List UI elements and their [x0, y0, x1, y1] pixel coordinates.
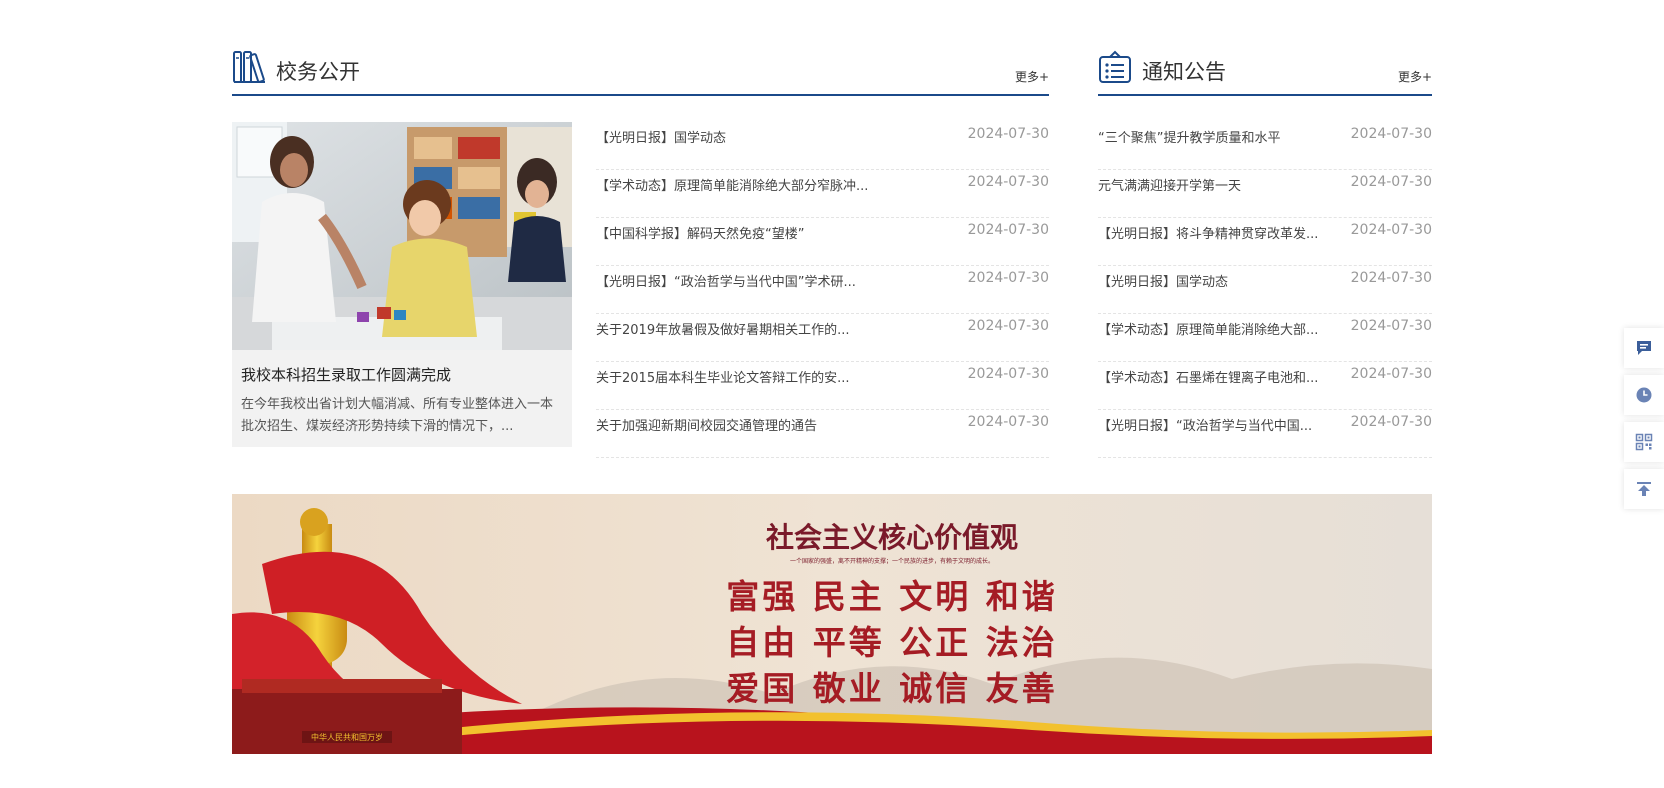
books-icon [233, 51, 265, 83]
list-item-date: 2024-07-30 [967, 222, 1049, 238]
list-item-title[interactable]: 元气满满迎接开学第一天 [1098, 175, 1338, 194]
list-item-date: 2024-07-30 [1350, 222, 1432, 238]
clock-button[interactable] [1624, 375, 1664, 415]
list-item-title[interactable]: 关于加强迎新期间校园交通管理的通告 [596, 415, 916, 434]
list-item[interactable]: 【光明日报】国学动态 2024-07-30 [596, 122, 1049, 170]
banner-subheading: 一个国家的强盛，离不开精神的支撑；一个民族的进步，有赖于文明的成长。 [789, 558, 994, 565]
banner-plaque-text: 中华人民共和国万岁 [311, 732, 383, 742]
notices-header: 通知公告 更多+ [1098, 50, 1432, 96]
qrcode-button[interactable] [1624, 422, 1664, 462]
feature-photo[interactable] [232, 122, 572, 350]
list-item[interactable]: 【光明日报】将斗争精神贯穿改革发... 2024-07-30 [1098, 218, 1432, 266]
list-item-title[interactable]: 【光明日报】“政治哲学与当代中国”学术研... [596, 271, 916, 290]
school-affairs-list: 【光明日报】国学动态 2024-07-30 【学术动态】原理简单能消除绝大部分窄脉… [596, 122, 1049, 458]
list-item[interactable]: 【学术动态】原理简单能消除绝大部... 2024-07-30 [1098, 314, 1432, 362]
list-item-date: 2024-07-30 [967, 126, 1049, 142]
notices-title: 通知公告 [1142, 60, 1226, 84]
banner-values-row: 爱国 敬业 诚信 友善 [726, 669, 1058, 708]
list-item[interactable]: 关于加强迎新期间校园交通管理的通告 2024-07-30 [596, 410, 1049, 458]
notices-list: “三个聚焦”提升教学质量和水平 2024-07-30 元气满满迎接开学第一天 202… [1098, 122, 1432, 458]
list-item-date: 2024-07-30 [967, 174, 1049, 190]
list-item-title[interactable]: 关于2019年放暑假及做好暑期相关工作的... [596, 319, 916, 338]
back-to-top-icon [1637, 482, 1651, 496]
school-affairs-title: 校务公开 [276, 60, 360, 84]
school-affairs-more-link[interactable]: 更多+ [1015, 68, 1049, 85]
list-item-date: 2024-07-30 [1350, 126, 1432, 142]
list-item-date: 2024-07-30 [1350, 174, 1432, 190]
list-item[interactable]: 【光明日报】“政治哲学与当代中国”学术研... 2024-07-30 [596, 266, 1049, 314]
list-item[interactable]: 【学术动态】石墨烯在锂离子电池和... 2024-07-30 [1098, 362, 1432, 410]
list-item-date: 2024-07-30 [1350, 318, 1432, 334]
list-item-title[interactable]: 【光明日报】国学动态 [596, 127, 916, 146]
list-item[interactable]: “三个聚焦”提升教学质量和水平 2024-07-30 [1098, 122, 1432, 170]
list-item-title[interactable]: 【中国科学报】解码天然免疫“望楼” [596, 223, 916, 242]
feature-title[interactable]: 我校本科招生录取工作圆满完成 [241, 364, 451, 385]
banner-heading: 社会主义核心价值观 [765, 521, 1018, 554]
school-affairs-header: 校务公开 更多+ [232, 50, 1049, 96]
banner-values-row: 自由 平等 公正 法治 [726, 623, 1058, 662]
list-item-title[interactable]: 【光明日报】国学动态 [1098, 271, 1338, 290]
list-item-title[interactable]: 【光明日报】将斗争精神贯穿改革发... [1098, 223, 1338, 242]
message-button[interactable] [1624, 328, 1664, 368]
list-item-date: 2024-07-30 [1350, 414, 1432, 430]
list-item-title[interactable]: 【学术动态】原理简单能消除绝大部分窄脉冲... [596, 175, 916, 194]
notices-more-link[interactable]: 更多+ [1398, 68, 1432, 85]
list-item[interactable]: 关于2019年放暑假及做好暑期相关工作的... 2024-07-30 [596, 314, 1049, 362]
list-item-date: 2024-07-30 [967, 366, 1049, 382]
back-to-top-button[interactable] [1624, 469, 1664, 509]
list-item[interactable]: 【光明日报】“政治哲学与当代中国... 2024-07-30 [1098, 410, 1432, 458]
list-item-title[interactable]: 【学术动态】石墨烯在锂离子电池和... [1098, 367, 1338, 386]
list-item-date: 2024-07-30 [967, 270, 1049, 286]
message-icon [1637, 341, 1651, 355]
notice-board-icon [1099, 50, 1131, 83]
feature-description: 在今年我校出省计划大幅消减、所有专业整体进入一本批次招生、煤炭经济形势持续下滑的… [241, 397, 554, 434]
clock-icon [1636, 387, 1652, 403]
core-values-banner[interactable]: 中华人民共和国万岁 社会主义核心价值观 一个国家的强盛，离不开精神的支撑；一个民… [232, 494, 1432, 754]
list-item[interactable]: 【中国科学报】解码天然免疫“望楼” 2024-07-30 [596, 218, 1049, 266]
list-item[interactable]: 【学术动态】原理简单能消除绝大部分窄脉冲... 2024-07-30 [596, 170, 1049, 218]
list-item-date: 2024-07-30 [1350, 366, 1432, 382]
side-toolbar [1624, 328, 1664, 516]
list-item[interactable]: 【光明日报】国学动态 2024-07-30 [1098, 266, 1432, 314]
list-item-date: 2024-07-30 [1350, 270, 1432, 286]
feature-news-card[interactable]: 我校本科招生录取工作圆满完成 在今年我校出省计划大幅消减、所有专业整体进入一本批… [232, 122, 572, 447]
list-item[interactable]: 元气满满迎接开学第一天 2024-07-30 [1098, 170, 1432, 218]
qrcode-icon [1635, 433, 1653, 451]
list-item-title[interactable]: “三个聚焦”提升教学质量和水平 [1098, 127, 1338, 146]
list-item-title[interactable]: 【光明日报】“政治哲学与当代中国... [1098, 415, 1338, 434]
banner-values-row: 富强 民主 文明 和谐 [726, 577, 1058, 616]
list-item-date: 2024-07-30 [967, 318, 1049, 334]
list-item-title[interactable]: 【学术动态】原理简单能消除绝大部... [1098, 319, 1338, 338]
list-item[interactable]: 关于2015届本科生毕业论文答辩工作的安... 2024-07-30 [596, 362, 1049, 410]
list-item-date: 2024-07-30 [967, 414, 1049, 430]
list-item-title[interactable]: 关于2015届本科生毕业论文答辩工作的安... [596, 367, 916, 386]
